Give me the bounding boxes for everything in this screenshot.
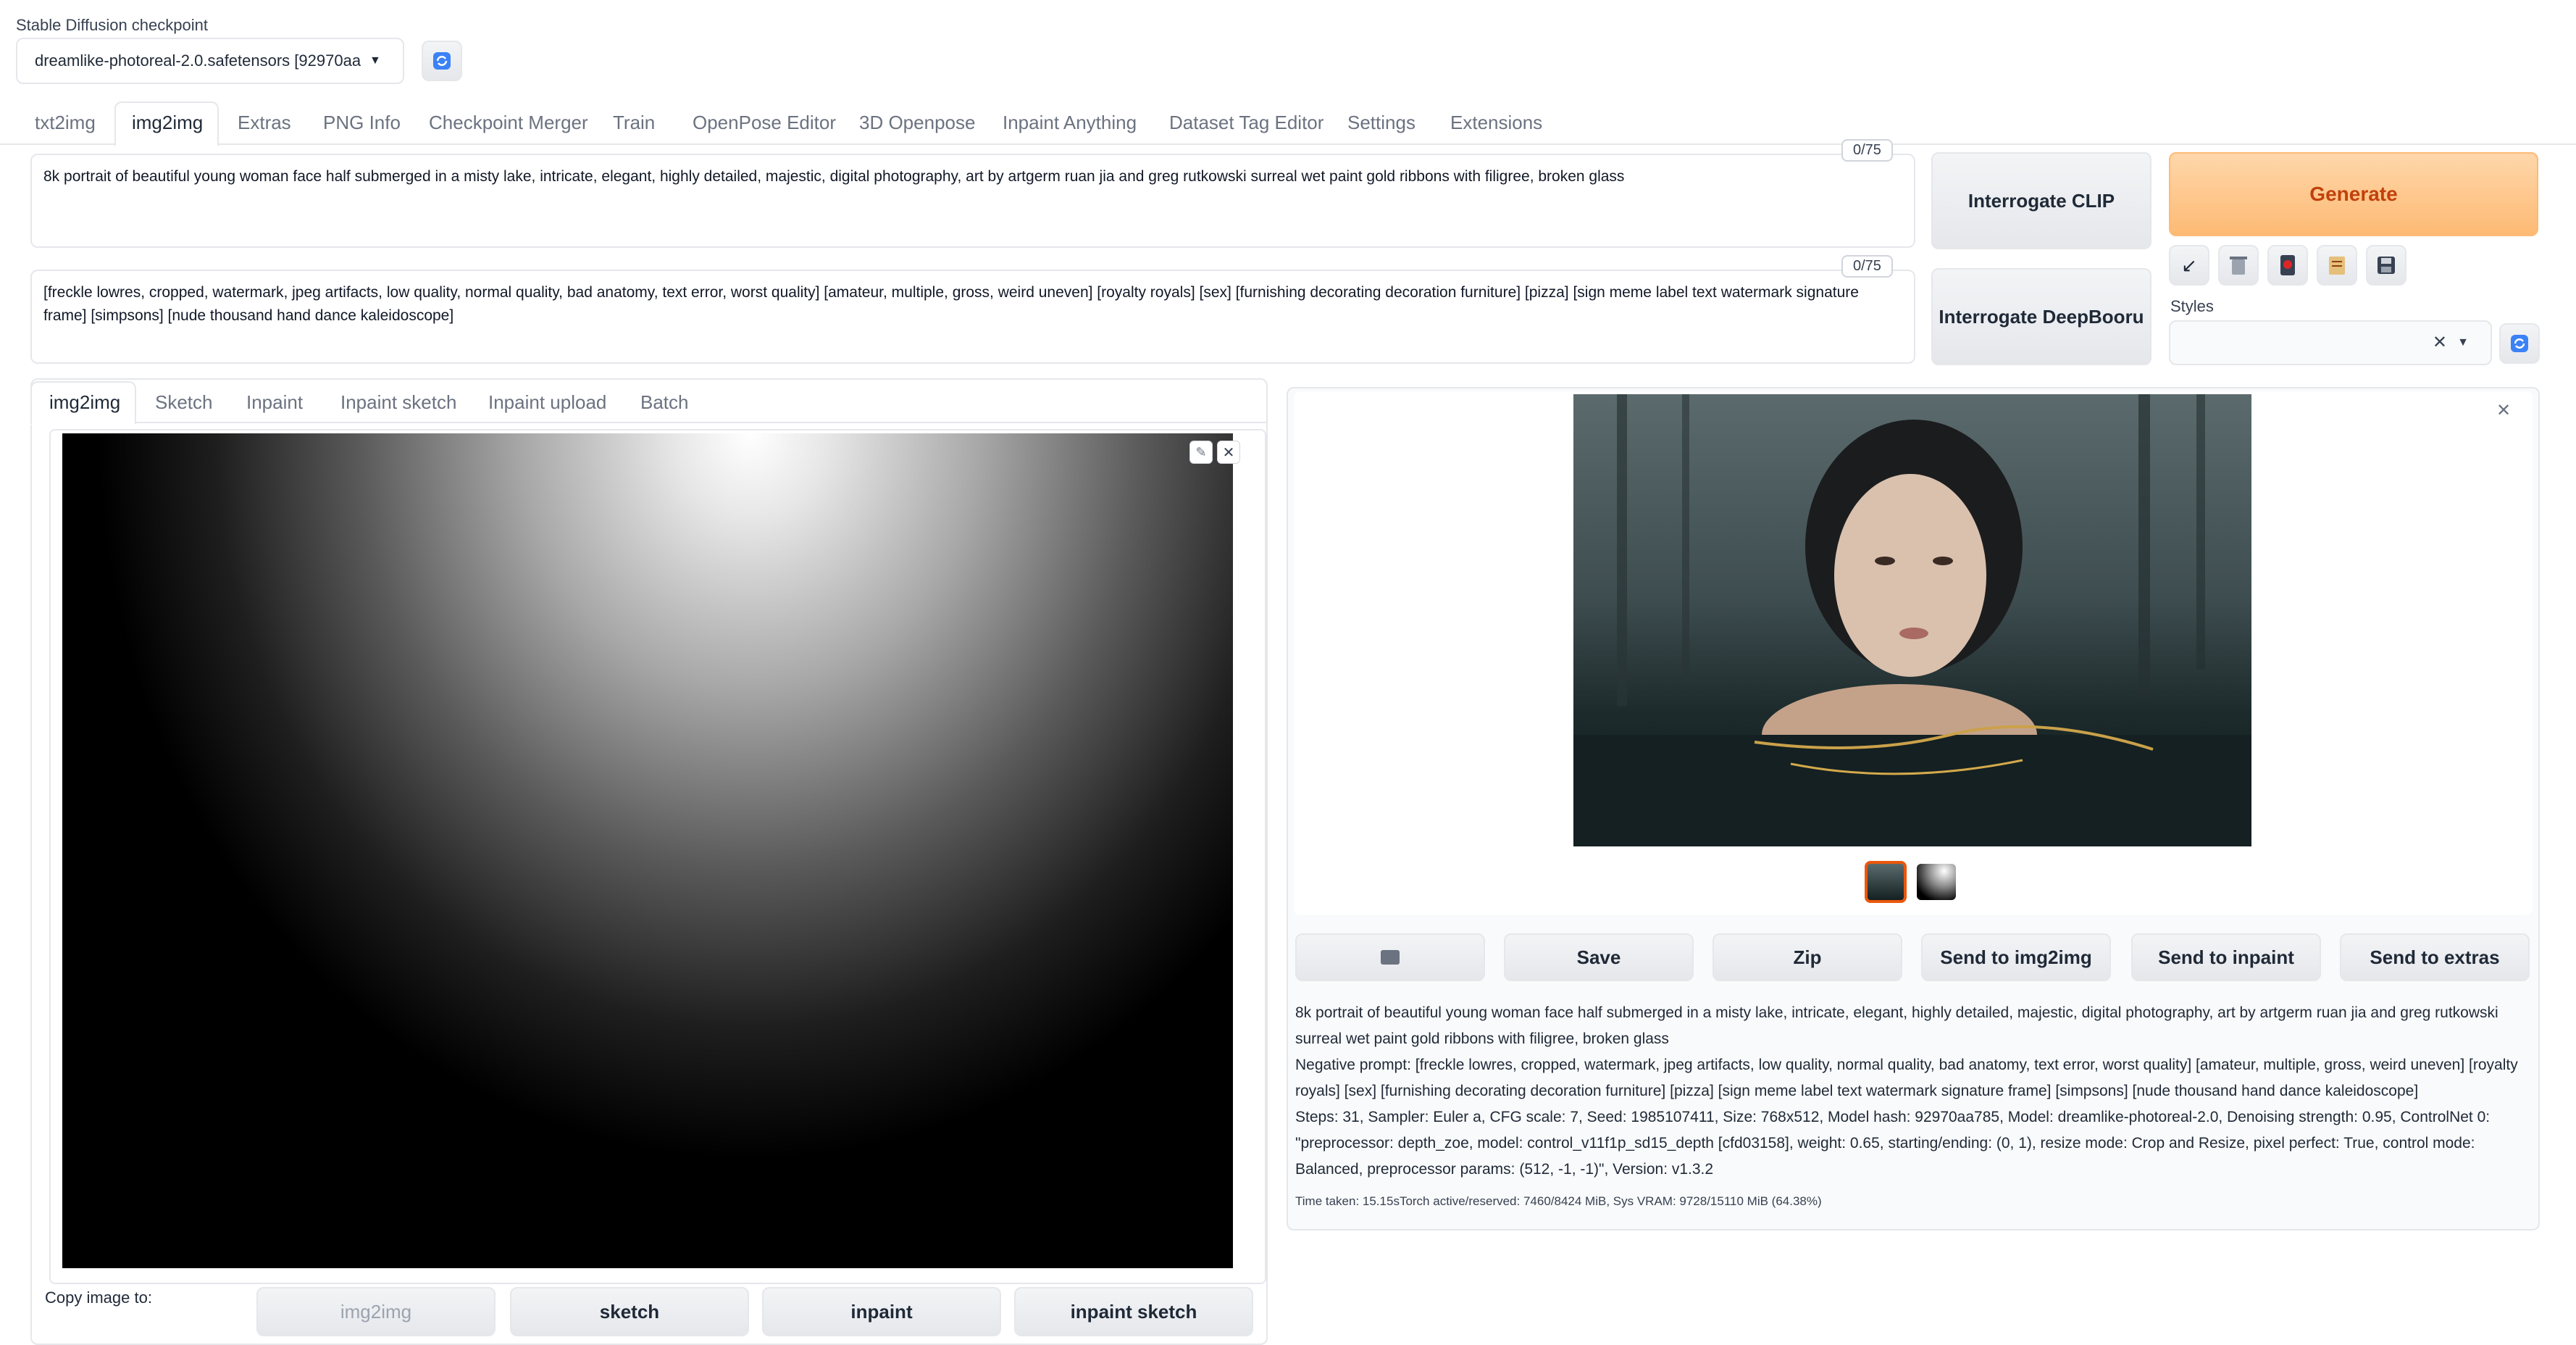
tab-openpose-editor[interactable]: OpenPose Editor — [693, 112, 836, 134]
tab-txt2img[interactable]: txt2img — [35, 112, 96, 134]
input-image[interactable] — [62, 433, 1233, 1268]
generation-info-params: Steps: 31, Sampler: Euler a, CFG scale: … — [1295, 1109, 2491, 1178]
generation-info-prompt: 8k portrait of beautiful young woman fac… — [1295, 1004, 2498, 1047]
save-button[interactable]: Save — [1504, 933, 1694, 981]
chevron-down-icon: ▼ — [369, 54, 381, 67]
gallery-thumbnail-1[interactable] — [1865, 861, 1907, 903]
subtabs: img2img Sketch Inpaint Inpaint sketch In… — [30, 381, 1268, 425]
zip-button[interactable]: Zip — [1713, 933, 1902, 981]
refresh-checkpoint-button[interactable] — [422, 41, 462, 81]
subtab-inpaint-upload[interactable]: Inpaint upload — [488, 391, 606, 414]
save-disk-icon — [2378, 257, 2395, 274]
card-icon — [2280, 255, 2295, 275]
refresh-icon — [2511, 335, 2528, 352]
chevron-down-icon: ▼ — [2457, 336, 2469, 349]
restore-prompt-button[interactable]: ↙ — [2169, 245, 2209, 286]
clear-image-button[interactable]: ✕ — [1217, 441, 1240, 464]
save-style-button[interactable] — [2366, 245, 2406, 286]
close-gallery-icon[interactable]: ✕ — [2496, 400, 2511, 421]
checkpoint-value: dreamlike-photoreal-2.0.safetensors [929… — [35, 51, 361, 70]
copy-to-sketch-button[interactable]: sketch — [510, 1287, 749, 1336]
close-icon: ✕ — [1222, 444, 1235, 461]
clipboard-icon — [2329, 257, 2345, 275]
tab-inpaint-anything[interactable]: Inpaint Anything — [1003, 112, 1137, 134]
gallery-thumbnail-2[interactable] — [1917, 864, 1956, 900]
subtab-batch[interactable]: Batch — [640, 391, 689, 414]
prompt-input[interactable]: 8k portrait of beautiful young woman fac… — [30, 154, 1915, 248]
subtab-img2img[interactable]: img2img — [49, 391, 120, 414]
prompt-token-counter: 0/75 — [1841, 139, 1893, 162]
checkpoint-label: Stable Diffusion checkpoint — [16, 16, 208, 34]
tab-extras[interactable]: Extras — [238, 112, 291, 134]
subtab-inpaint[interactable]: Inpaint — [246, 391, 303, 414]
tab-dataset-tag-editor[interactable]: Dataset Tag Editor — [1169, 112, 1323, 134]
negative-prompt-input[interactable]: [freckle lowres, cropped, watermark, jpe… — [30, 270, 1915, 364]
subtab-sketch[interactable]: Sketch — [155, 391, 213, 414]
generation-time: Time taken: 15.15sTorch active/reserved:… — [1295, 1194, 1822, 1208]
interrogate-deepbooru-button[interactable]: Interrogate DeepBooru — [1931, 268, 2151, 365]
edit-image-button[interactable]: ✎ — [1189, 441, 1213, 464]
copy-to-img2img-button[interactable]: img2img — [256, 1287, 495, 1336]
styles-dropdown[interactable]: ✕ ▼ — [2169, 320, 2492, 365]
tab-img2img[interactable]: img2img — [132, 112, 203, 134]
copy-image-label: Copy image to: — [45, 1288, 152, 1307]
copy-to-inpaint-button[interactable]: inpaint — [762, 1287, 1001, 1336]
show-extra-networks-button[interactable] — [2267, 245, 2308, 286]
folder-icon — [1381, 950, 1400, 965]
interrogate-clip-button[interactable]: Interrogate CLIP — [1931, 152, 2151, 249]
tab-png-info[interactable]: PNG Info — [323, 112, 401, 134]
refresh-icon — [433, 52, 451, 70]
main-tabs: txt2img img2img Extras PNG Info Checkpoi… — [0, 101, 2576, 146]
trash-icon — [2230, 257, 2247, 275]
tab-checkpoint-merger[interactable]: Checkpoint Merger — [429, 112, 588, 134]
apply-styles-button[interactable] — [2317, 245, 2357, 286]
copy-to-inpaint-sketch-button[interactable]: inpaint sketch — [1014, 1287, 1253, 1336]
negative-prompt-token-counter: 0/75 — [1841, 255, 1893, 278]
portrait-illustration — [1573, 394, 2251, 846]
tab-settings[interactable]: Settings — [1347, 112, 1415, 134]
arrow-down-left-icon: ↙ — [2181, 254, 2197, 276]
pencil-icon: ✎ — [1195, 444, 1207, 459]
refresh-styles-button[interactable] — [2499, 323, 2540, 364]
clear-styles-icon[interactable]: ✕ — [2433, 332, 2447, 353]
tab-extensions[interactable]: Extensions — [1450, 112, 1542, 134]
output-image[interactable] — [1573, 394, 2251, 846]
send-to-img2img-button[interactable]: Send to img2img — [1921, 933, 2111, 981]
checkpoint-dropdown[interactable]: dreamlike-photoreal-2.0.safetensors [929… — [16, 38, 404, 84]
send-to-extras-button[interactable]: Send to extras — [2340, 933, 2530, 981]
tab-3d-openpose[interactable]: 3D Openpose — [859, 112, 975, 134]
tab-train[interactable]: Train — [613, 112, 655, 134]
send-to-inpaint-button[interactable]: Send to inpaint — [2131, 933, 2321, 981]
generate-button[interactable]: Generate — [2169, 152, 2538, 236]
styles-label: Styles — [2170, 297, 2214, 315]
generation-info-negative: Negative prompt: [freckle lowres, croppe… — [1295, 1057, 2518, 1099]
clear-prompt-button[interactable] — [2218, 245, 2259, 286]
open-folder-button[interactable] — [1295, 933, 1485, 981]
subtab-inpaint-sketch[interactable]: Inpaint sketch — [340, 391, 456, 414]
